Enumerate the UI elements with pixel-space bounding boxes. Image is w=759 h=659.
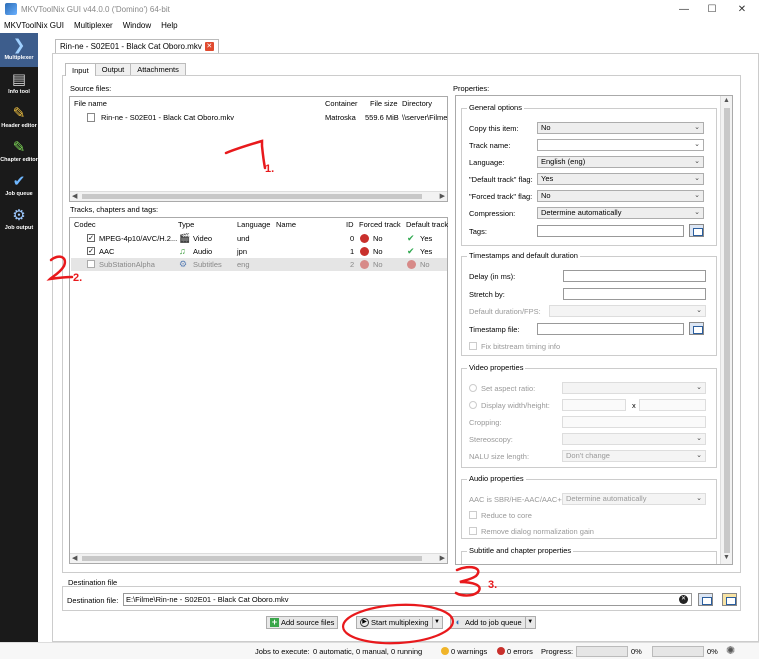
annotation-two: 2.	[46, 255, 82, 284]
annotation-overlay: 1. 2. 3.	[46, 139, 497, 645]
annotation-three-label: 3.	[488, 579, 497, 591]
annotation-one-label: 1.	[265, 163, 274, 175]
annotation-circle	[341, 603, 455, 645]
annotation-two-label: 2.	[73, 272, 82, 284]
annotation-one: 1.	[224, 139, 274, 175]
annotation-three: 3.	[454, 565, 497, 597]
